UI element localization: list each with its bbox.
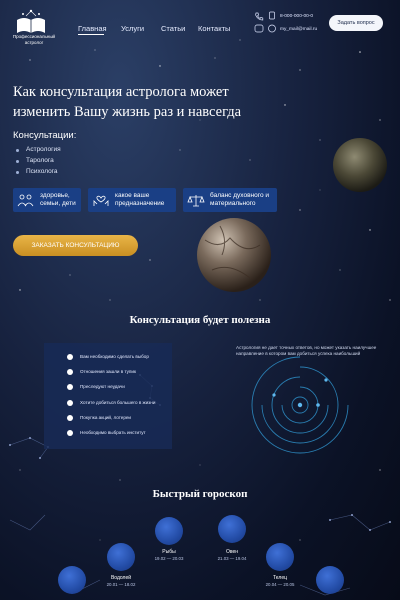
- aries-sign-button[interactable]: [218, 515, 246, 543]
- sign-name-aries: Овен: [225, 549, 239, 555]
- list-item: Вам необходимо сделать выбор: [80, 354, 149, 359]
- consultations-label: Консультации:: [13, 130, 77, 141]
- list-item: Отношения зашли в тупик: [80, 369, 136, 374]
- nav-home[interactable]: Главная: [78, 24, 107, 33]
- section-title-useful: Консультация будет полезна: [129, 314, 271, 326]
- feature-text: здоровье, семьи, дети: [40, 192, 76, 207]
- consultation-item-tarot: Таролога: [26, 157, 54, 164]
- feature-health-family: здоровье, семьи, дети: [13, 188, 81, 212]
- consultation-item-astrology: Астрология: [26, 146, 61, 153]
- whatsapp-icon: [268, 24, 276, 33]
- check-icon: [67, 384, 73, 390]
- sign-dates-aries: 21.03 — 19.04: [217, 556, 247, 561]
- sign-dates-aquarius: 20.01 — 18.02: [106, 582, 136, 587]
- bullet-icon: [16, 160, 19, 163]
- check-icon: [67, 354, 73, 360]
- check-icon: [67, 415, 73, 421]
- taurus-sign-button[interactable]: [266, 543, 294, 571]
- viber-icon: [254, 24, 264, 33]
- list-item: Хотите добиться большего в жизни: [80, 400, 156, 405]
- feature-text: баланс духовного и материального: [210, 192, 270, 207]
- pisces-sign-button[interactable]: [155, 517, 183, 545]
- nav-articles[interactable]: Статьи: [161, 24, 185, 33]
- nav-contacts[interactable]: Контакты: [198, 24, 230, 33]
- planet-small: [333, 138, 387, 192]
- section-title-horoscope: Быстрый гороскоп: [152, 488, 248, 500]
- nav-active-underline: [78, 34, 104, 35]
- logo-text: Профессиональный астролог: [12, 34, 56, 45]
- phone-number[interactable]: 8-000-000-00-0: [280, 14, 313, 19]
- feature-balance: баланс духовного и материального: [183, 188, 277, 212]
- aquarius-sign-button[interactable]: [107, 543, 135, 571]
- list-item: Преследуют неудачи: [80, 384, 125, 389]
- list-item: Необходимо выбрать институт: [80, 430, 146, 435]
- astrology-note: Астрология не дает точных ответов, но мо…: [236, 345, 377, 356]
- phone-icon: [255, 12, 264, 21]
- capricorn-sign-button[interactable]: [58, 566, 86, 594]
- bullet-icon: [16, 149, 19, 152]
- ask-question-button[interactable]: Задать вопрос: [329, 15, 383, 31]
- order-consultation-button[interactable]: ЗАКАЗАТЬ КОНСУЛЬТАЦИЮ: [13, 235, 138, 256]
- list-item: Покупка акций, лотереи: [80, 415, 131, 420]
- sign-dates-taurus: 20.04 — 20.05: [265, 582, 295, 587]
- sign-name-taurus: Телец: [273, 575, 287, 581]
- heart-hands-icon: [93, 195, 109, 206]
- orbit-diagram: [251, 356, 349, 454]
- balance-icon: [187, 195, 205, 207]
- gemini-sign-button[interactable]: [316, 566, 344, 594]
- sign-dates-pisces: 19.02 — 20.03: [154, 556, 184, 561]
- bullet-icon: [16, 171, 19, 174]
- sign-name-aquarius: Водолей: [110, 575, 132, 581]
- phone-handset-icon: [269, 11, 275, 20]
- hero-title: Как консультация астролога может изменит…: [13, 84, 242, 120]
- email-address[interactable]: my_mail@mail.ru: [280, 27, 317, 32]
- feature-text: какое ваше предназначение: [115, 192, 165, 207]
- check-icon: [67, 369, 73, 375]
- nav-services[interactable]: Услуги: [121, 24, 144, 33]
- consultation-item-psychology: Психолога: [26, 168, 58, 175]
- people-icon: [17, 194, 34, 207]
- feature-purpose: какое ваше предназначение: [88, 188, 176, 212]
- check-icon: [67, 430, 73, 436]
- sign-name-pisces: Рыбы: [162, 549, 176, 555]
- planet-large: [197, 218, 271, 292]
- logo-book-icon[interactable]: [14, 8, 48, 36]
- check-icon: [67, 400, 73, 406]
